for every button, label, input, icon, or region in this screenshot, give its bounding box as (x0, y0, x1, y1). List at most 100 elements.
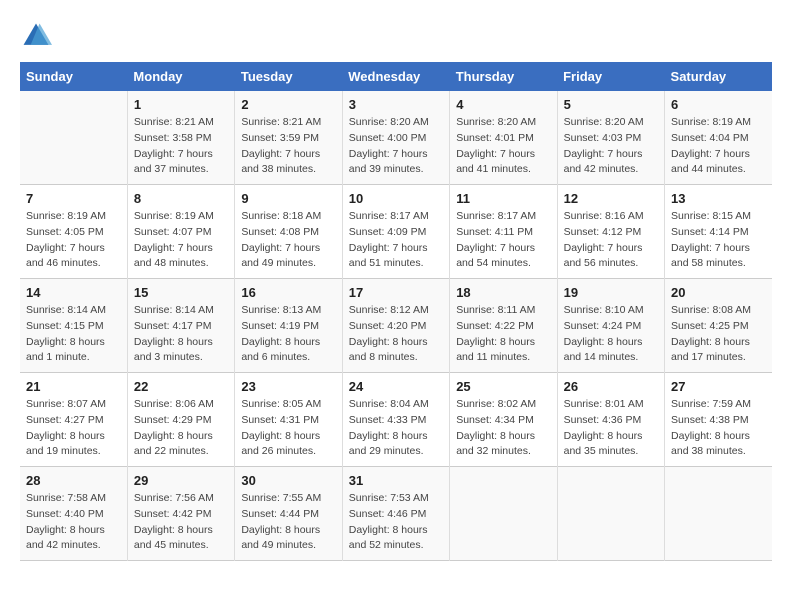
day-number: 7 (26, 191, 121, 206)
day-info: Sunrise: 8:05 AM Sunset: 4:31 PM Dayligh… (241, 397, 335, 460)
day-number: 15 (134, 285, 228, 300)
day-number: 30 (241, 473, 335, 488)
day-number: 14 (26, 285, 121, 300)
day-number: 29 (134, 473, 228, 488)
calendar-cell: 26 Sunrise: 8:01 AM Sunset: 4:36 PM Dayli… (557, 373, 664, 467)
day-number: 19 (564, 285, 658, 300)
day-number: 8 (134, 191, 228, 206)
calendar-cell: 17 Sunrise: 8:12 AM Sunset: 4:20 PM Dayli… (342, 279, 449, 373)
week-row-5: 28 Sunrise: 7:58 AM Sunset: 4:40 PM Dayli… (20, 467, 772, 561)
day-info: Sunrise: 8:20 AM Sunset: 4:01 PM Dayligh… (456, 115, 550, 178)
calendar-cell: 23 Sunrise: 8:05 AM Sunset: 4:31 PM Dayli… (235, 373, 342, 467)
day-info: Sunrise: 8:19 AM Sunset: 4:05 PM Dayligh… (26, 209, 121, 272)
day-info: Sunrise: 8:01 AM Sunset: 4:36 PM Dayligh… (564, 397, 658, 460)
logo-icon (20, 20, 52, 52)
logo (20, 20, 56, 52)
day-number: 20 (671, 285, 766, 300)
calendar-cell: 3 Sunrise: 8:20 AM Sunset: 4:00 PM Daylig… (342, 91, 449, 185)
day-info: Sunrise: 8:20 AM Sunset: 4:00 PM Dayligh… (349, 115, 443, 178)
day-number: 9 (241, 191, 335, 206)
day-number: 12 (564, 191, 658, 206)
day-info: Sunrise: 8:17 AM Sunset: 4:11 PM Dayligh… (456, 209, 550, 272)
weekday-header-row: SundayMondayTuesdayWednesdayThursdayFrid… (20, 62, 772, 91)
day-number: 26 (564, 379, 658, 394)
calendar-cell: 12Sunrise: 8:16 AM Sunset: 4:12 PM Dayli… (557, 185, 664, 279)
day-info: Sunrise: 8:07 AM Sunset: 4:27 PM Dayligh… (26, 397, 121, 460)
calendar-cell: 20 Sunrise: 8:08 AM Sunset: 4:25 PM Dayli… (665, 279, 772, 373)
calendar-cell: 2Sunrise: 8:21 AM Sunset: 3:59 PM Daylig… (235, 91, 342, 185)
day-number: 17 (349, 285, 443, 300)
week-row-2: 7 Sunrise: 8:19 AM Sunset: 4:05 PM Daylig… (20, 185, 772, 279)
calendar-cell: 30 Sunrise: 7:55 AM Sunset: 4:44 PM Dayli… (235, 467, 342, 561)
day-info: Sunrise: 8:21 AM Sunset: 3:59 PM Dayligh… (241, 115, 335, 178)
day-info: Sunrise: 8:20 AM Sunset: 4:03 PM Dayligh… (564, 115, 658, 178)
day-info: Sunrise: 8:13 AM Sunset: 4:19 PM Dayligh… (241, 303, 335, 366)
day-info: Sunrise: 8:18 AM Sunset: 4:08 PM Dayligh… (241, 209, 335, 272)
week-row-1: 1 Sunrise: 8:21 AM Sunset: 3:58 PM Daylig… (20, 91, 772, 185)
day-info: Sunrise: 8:11 AM Sunset: 4:22 PM Dayligh… (456, 303, 550, 366)
calendar-cell: 8 Sunrise: 8:19 AM Sunset: 4:07 PM Daylig… (127, 185, 234, 279)
page-header (20, 20, 772, 52)
day-info: Sunrise: 8:04 AM Sunset: 4:33 PM Dayligh… (349, 397, 443, 460)
day-number: 1 (134, 97, 228, 112)
calendar-cell: 22 Sunrise: 8:06 AM Sunset: 4:29 PM Dayli… (127, 373, 234, 467)
day-number: 16 (241, 285, 335, 300)
day-info: Sunrise: 8:12 AM Sunset: 4:20 PM Dayligh… (349, 303, 443, 366)
calendar-cell: 25 Sunrise: 8:02 AM Sunset: 4:34 PM Dayli… (450, 373, 557, 467)
day-number: 28 (26, 473, 121, 488)
weekday-header-wednesday: Wednesday (342, 62, 449, 91)
day-number: 24 (349, 379, 443, 394)
calendar-cell: 13Sunrise: 8:15 AM Sunset: 4:14 PM Dayli… (665, 185, 772, 279)
calendar-cell: 15 Sunrise: 8:14 AM Sunset: 4:17 PM Dayli… (127, 279, 234, 373)
day-info: Sunrise: 8:19 AM Sunset: 4:07 PM Dayligh… (134, 209, 228, 272)
day-info: Sunrise: 8:08 AM Sunset: 4:25 PM Dayligh… (671, 303, 766, 366)
weekday-header-friday: Friday (557, 62, 664, 91)
calendar-cell: 5 Sunrise: 8:20 AM Sunset: 4:03 PM Daylig… (557, 91, 664, 185)
calendar-cell: 19 Sunrise: 8:10 AM Sunset: 4:24 PM Dayli… (557, 279, 664, 373)
day-info: Sunrise: 7:55 AM Sunset: 4:44 PM Dayligh… (241, 491, 335, 554)
day-number: 18 (456, 285, 550, 300)
day-info: Sunrise: 8:17 AM Sunset: 4:09 PM Dayligh… (349, 209, 443, 272)
day-number: 21 (26, 379, 121, 394)
day-info: Sunrise: 8:15 AM Sunset: 4:14 PM Dayligh… (671, 209, 766, 272)
day-info: Sunrise: 7:59 AM Sunset: 4:38 PM Dayligh… (671, 397, 766, 460)
calendar-cell: 28 Sunrise: 7:58 AM Sunset: 4:40 PM Dayli… (20, 467, 127, 561)
weekday-header-saturday: Saturday (665, 62, 772, 91)
day-number: 27 (671, 379, 766, 394)
day-info: Sunrise: 8:06 AM Sunset: 4:29 PM Dayligh… (134, 397, 228, 460)
day-number: 3 (349, 97, 443, 112)
calendar-cell: 11 Sunrise: 8:17 AM Sunset: 4:11 PM Dayli… (450, 185, 557, 279)
calendar-cell (20, 91, 127, 185)
day-info: Sunrise: 8:10 AM Sunset: 4:24 PM Dayligh… (564, 303, 658, 366)
day-info: Sunrise: 7:56 AM Sunset: 4:42 PM Dayligh… (134, 491, 228, 554)
calendar-cell: 16 Sunrise: 8:13 AM Sunset: 4:19 PM Dayli… (235, 279, 342, 373)
weekday-header-thursday: Thursday (450, 62, 557, 91)
calendar-cell (450, 467, 557, 561)
calendar-cell: 31Sunrise: 7:53 AM Sunset: 4:46 PM Dayli… (342, 467, 449, 561)
day-number: 6 (671, 97, 766, 112)
day-info: Sunrise: 8:14 AM Sunset: 4:15 PM Dayligh… (26, 303, 121, 366)
day-info: Sunrise: 8:21 AM Sunset: 3:58 PM Dayligh… (134, 115, 228, 178)
calendar-cell (557, 467, 664, 561)
day-number: 10 (349, 191, 443, 206)
day-number: 5 (564, 97, 658, 112)
calendar-cell: 29 Sunrise: 7:56 AM Sunset: 4:42 PM Dayli… (127, 467, 234, 561)
week-row-4: 21 Sunrise: 8:07 AM Sunset: 4:27 PM Dayli… (20, 373, 772, 467)
calendar-cell: 7 Sunrise: 8:19 AM Sunset: 4:05 PM Daylig… (20, 185, 127, 279)
calendar-cell: 9 Sunrise: 8:18 AM Sunset: 4:08 PM Daylig… (235, 185, 342, 279)
calendar-cell: 6 Sunrise: 8:19 AM Sunset: 4:04 PM Daylig… (665, 91, 772, 185)
calendar-cell (665, 467, 772, 561)
day-number: 11 (456, 191, 550, 206)
calendar-cell: 4Sunrise: 8:20 AM Sunset: 4:01 PM Daylig… (450, 91, 557, 185)
day-number: 25 (456, 379, 550, 394)
weekday-header-tuesday: Tuesday (235, 62, 342, 91)
day-number: 22 (134, 379, 228, 394)
day-info: Sunrise: 8:02 AM Sunset: 4:34 PM Dayligh… (456, 397, 550, 460)
calendar-cell: 24 Sunrise: 8:04 AM Sunset: 4:33 PM Dayli… (342, 373, 449, 467)
day-number: 23 (241, 379, 335, 394)
calendar-cell: 21 Sunrise: 8:07 AM Sunset: 4:27 PM Dayli… (20, 373, 127, 467)
day-info: Sunrise: 8:14 AM Sunset: 4:17 PM Dayligh… (134, 303, 228, 366)
calendar-cell: 27 Sunrise: 7:59 AM Sunset: 4:38 PM Dayli… (665, 373, 772, 467)
day-info: Sunrise: 7:58 AM Sunset: 4:40 PM Dayligh… (26, 491, 121, 554)
day-info: Sunrise: 8:19 AM Sunset: 4:04 PM Dayligh… (671, 115, 766, 178)
